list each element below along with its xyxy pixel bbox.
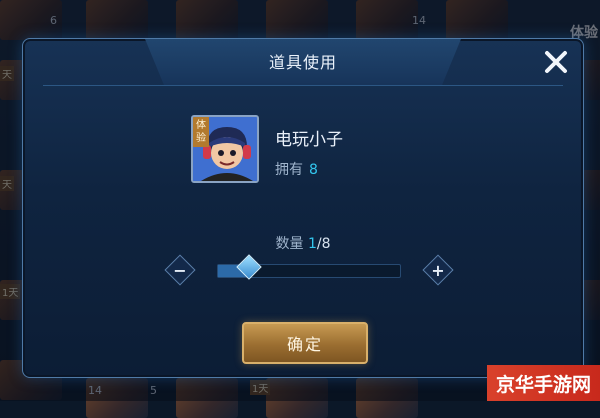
quantity-minus-button[interactable]: −: [164, 254, 196, 286]
item-icon-avatar: 体验: [191, 115, 259, 183]
confirm-button[interactable]: 确定: [242, 322, 368, 364]
owned-count-row: 拥有 8: [275, 159, 318, 179]
quantity-max: /8: [316, 236, 331, 252]
quantity-row: 数量 1/8: [23, 233, 583, 253]
dialog-header: 道具使用: [23, 39, 583, 86]
header-divider: [43, 85, 563, 86]
site-watermark: 京华手游网: [487, 365, 600, 401]
quantity-label: 数量: [275, 236, 304, 252]
item-use-dialog: 道具使用 体验 电玩小子 拥有 8 数量 1/8 − + 确定: [22, 38, 584, 378]
plus-icon: +: [431, 260, 445, 280]
dialog-title: 道具使用: [268, 53, 337, 72]
owned-count: 8: [309, 162, 318, 178]
trial-badge: 体验: [193, 117, 209, 147]
close-icon: [545, 51, 567, 73]
item-name: 电玩小子: [275, 130, 343, 150]
owned-label: 拥有: [275, 162, 303, 178]
minus-icon: −: [173, 260, 187, 280]
quantity-plus-button[interactable]: +: [422, 254, 454, 286]
close-button[interactable]: [541, 47, 571, 77]
quantity-current: 1: [307, 236, 317, 252]
